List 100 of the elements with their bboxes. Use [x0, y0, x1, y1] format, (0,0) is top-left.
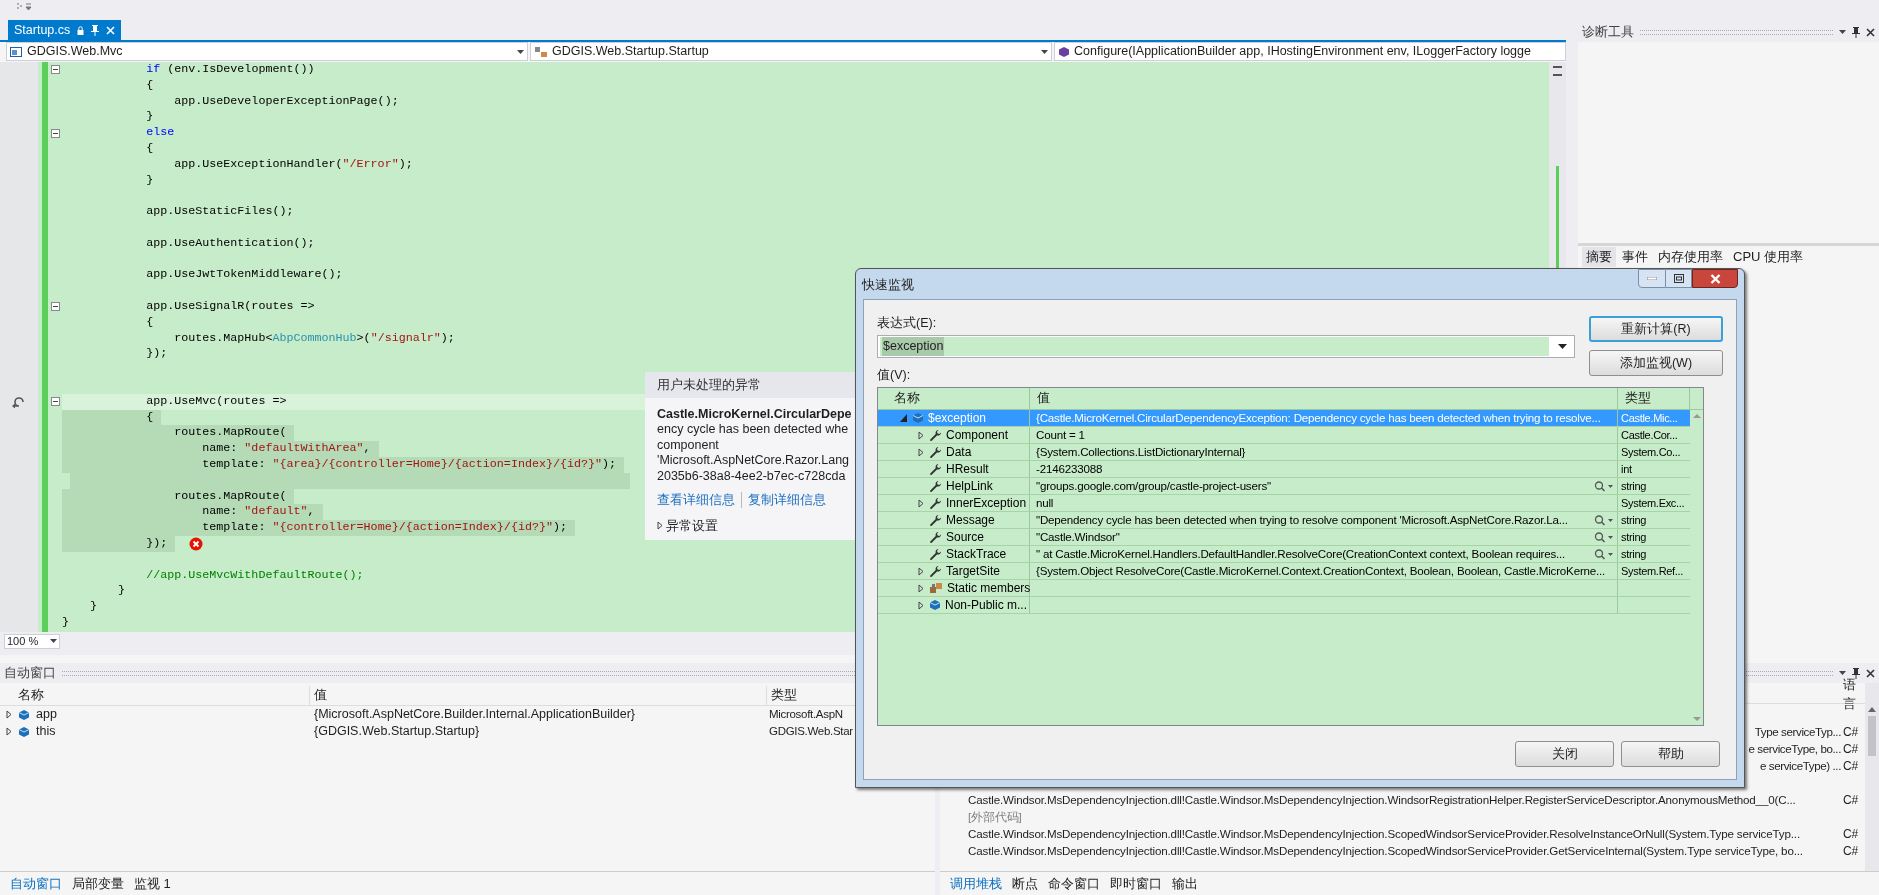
- collapse-icon[interactable]: [50, 65, 60, 75]
- table-cell-text: InnerException: [946, 495, 1027, 512]
- panel-tab[interactable]: 事件: [1618, 247, 1652, 267]
- expand-icon[interactable]: [6, 710, 12, 719]
- dialog-button[interactable]: 关闭: [1515, 741, 1614, 767]
- pin-icon[interactable]: [1852, 667, 1860, 679]
- table-cell-text: null: [1036, 495, 1055, 511]
- visualizer-icon[interactable]: [1594, 531, 1614, 543]
- link[interactable]: 查看详细信息: [657, 490, 735, 510]
- code-line: else: [145, 125, 176, 141]
- expand-icon[interactable]: [917, 498, 925, 508]
- method-icon: [1058, 45, 1070, 58]
- column-header[interactable]: 名称: [0, 686, 310, 705]
- expand-icon[interactable]: [917, 447, 925, 457]
- close-button[interactable]: [1692, 269, 1738, 288]
- editor-tab[interactable]: Startup.cs: [8, 20, 122, 40]
- column-header[interactable]: 名称: [878, 388, 1030, 409]
- collapse-icon[interactable]: [50, 128, 60, 138]
- expand-icon[interactable]: [6, 727, 12, 736]
- dialog-button[interactable]: 帮助: [1621, 741, 1720, 767]
- panel-tab[interactable]: 内存使用率: [1654, 247, 1727, 267]
- static-members-icon: [929, 581, 943, 595]
- panel-title: 自动窗口: [4, 664, 56, 682]
- panel-tab[interactable]: 摘要: [1582, 247, 1616, 267]
- watch-row[interactable]: InnerException null System.Exc...: [878, 495, 1690, 512]
- table-cell-text: System.Co...: [1621, 444, 1681, 460]
- expression-field[interactable]: $exception: [877, 335, 1575, 358]
- scrollbar[interactable]: [1865, 683, 1879, 871]
- table-cell-text: C#: [1843, 842, 1860, 860]
- message-text: ency cycle has been detected whe: [657, 422, 850, 438]
- close-icon[interactable]: [1866, 27, 1875, 37]
- table-cell-text: {System.Collections.ListDictionaryInternal}: [1036, 444, 1247, 460]
- settings-toggle[interactable]: 异常设置: [657, 515, 853, 535]
- table-cell-text: TargetSite: [946, 563, 1001, 580]
- lock-icon[interactable]: [77, 25, 85, 35]
- dialog-button[interactable]: 重新计算(R): [1589, 316, 1723, 342]
- navigation-dropdown[interactable]: GDGIS.Web.Mvc: [6, 42, 528, 61]
- table-cell-text: Message: [946, 512, 995, 529]
- code-line: }: [117, 583, 127, 600]
- table-cell-text: "Castle.Windsor": [1036, 529, 1121, 545]
- visualizer-icon[interactable]: [1594, 514, 1614, 526]
- navigation-dropdown[interactable]: Configure(IApplicationBuilder app, IHostingEnvironment env, ILoggerFactory logge: [1054, 42, 1566, 61]
- grip-icon[interactable]: [16, 2, 34, 11]
- collapse-icon[interactable]: [50, 397, 60, 407]
- table-cell-text: System.Exc...: [1621, 495, 1685, 511]
- watch-row[interactable]: StackTrace " at Castle.MicroKernel.Handlers.DefaultHandler.ResolveCore(CreationContext context, Boolean requires... string: [878, 546, 1690, 563]
- column-header[interactable]: 类型: [1618, 388, 1690, 409]
- watch-row[interactable]: TargetSite {System.Object ResolveCore(Castle.MicroKernel.Context.CreationContext, Boolean, Boolean, Castle.MicroKerne... System.Ref...: [878, 563, 1690, 580]
- close-icon[interactable]: [1866, 668, 1875, 678]
- watch-row[interactable]: HelpLink "groups.google.com/group/castle-project-users" string: [878, 478, 1690, 495]
- dropdown-icon[interactable]: [1839, 671, 1846, 675]
- pin-icon[interactable]: [1852, 26, 1860, 38]
- wrench-icon: [929, 479, 942, 493]
- caret-icon[interactable]: [1558, 344, 1567, 349]
- column-header[interactable]: 值: [310, 686, 767, 705]
- watch-row[interactable]: Static members: [878, 580, 1690, 597]
- code-line: }: [145, 109, 155, 126]
- expand-icon[interactable]: [900, 414, 908, 422]
- navigation-dropdown[interactable]: GDGIS.Web.Startup.Startup: [530, 42, 1052, 61]
- collapse-icon[interactable]: [50, 302, 60, 312]
- watch-row[interactable]: HResult -2146233088 int: [878, 461, 1690, 478]
- panel-tab[interactable]: 输出: [1168, 872, 1202, 895]
- expand-icon[interactable]: [917, 566, 925, 576]
- zoom-dropdown[interactable]: 100 %: [4, 633, 60, 649]
- panel-tab[interactable]: 局部变量: [68, 872, 128, 895]
- project-icon: [10, 45, 23, 58]
- dialog-button[interactable]: 添加监视(W): [1589, 350, 1723, 376]
- code-line: app.UseJwtTokenMiddleware();: [145, 267, 344, 284]
- panel-tab[interactable]: 断点: [1008, 872, 1042, 895]
- link[interactable]: 复制详细信息: [748, 490, 826, 510]
- panel-tab[interactable]: 即时窗口: [1106, 872, 1166, 895]
- dropdown-icon[interactable]: [1839, 30, 1846, 34]
- code-line: if (env.IsDevelopment()): [145, 62, 316, 78]
- wrench-icon: [929, 547, 942, 561]
- watch-row[interactable]: Message "Dependency cycle has been detected when trying to resolve component 'Microsoft.AspNetCore.Razor.La... string: [878, 512, 1690, 529]
- column-header[interactable]: 值: [1030, 388, 1618, 409]
- watch-row[interactable]: Data {System.Collections.ListDictionaryInternal} System.Co...: [878, 444, 1690, 461]
- code-line: app.UseStaticFiles();: [145, 204, 295, 220]
- code-line: {: [145, 141, 155, 157]
- expand-icon[interactable]: [917, 430, 925, 440]
- panel-tab[interactable]: CPU 使用率: [1729, 247, 1808, 267]
- watch-row[interactable]: Component Count = 1 Castle.Cor...: [878, 427, 1690, 444]
- maximize-button[interactable]: [1666, 269, 1692, 288]
- expand-icon[interactable]: [917, 583, 925, 593]
- maximize-icon: [1673, 274, 1684, 283]
- object-icon: [18, 708, 30, 721]
- table-cell-text: Castle.Mic...: [1621, 410, 1678, 426]
- visualizer-icon[interactable]: [1594, 480, 1614, 492]
- watch-row[interactable]: Non-Public m...: [878, 597, 1690, 614]
- column-header[interactable]: 语言: [1843, 675, 1863, 714]
- panel-tab[interactable]: 命令窗口: [1044, 872, 1104, 895]
- watch-row[interactable]: Source "Castle.Windsor" string: [878, 529, 1690, 546]
- table-cell-text: Count = 1: [1036, 427, 1086, 443]
- table-cell-text: Castle.Windsor.MsDependencyInjection.dll!Castle.Windsor.MsDependencyInjection.ScopedWindsorServiceProvider.GetServiceInternal(System.Type serviceType, bo...: [967, 842, 1804, 859]
- visualizer-icon[interactable]: [1594, 548, 1614, 560]
- table-cell-text: Microsoft.AspN: [768, 706, 843, 722]
- minimize-icon: [1647, 277, 1657, 280]
- expand-icon[interactable]: [917, 600, 925, 610]
- object-icon: [912, 412, 924, 424]
- panel-tab[interactable]: 监视 1: [130, 872, 175, 895]
